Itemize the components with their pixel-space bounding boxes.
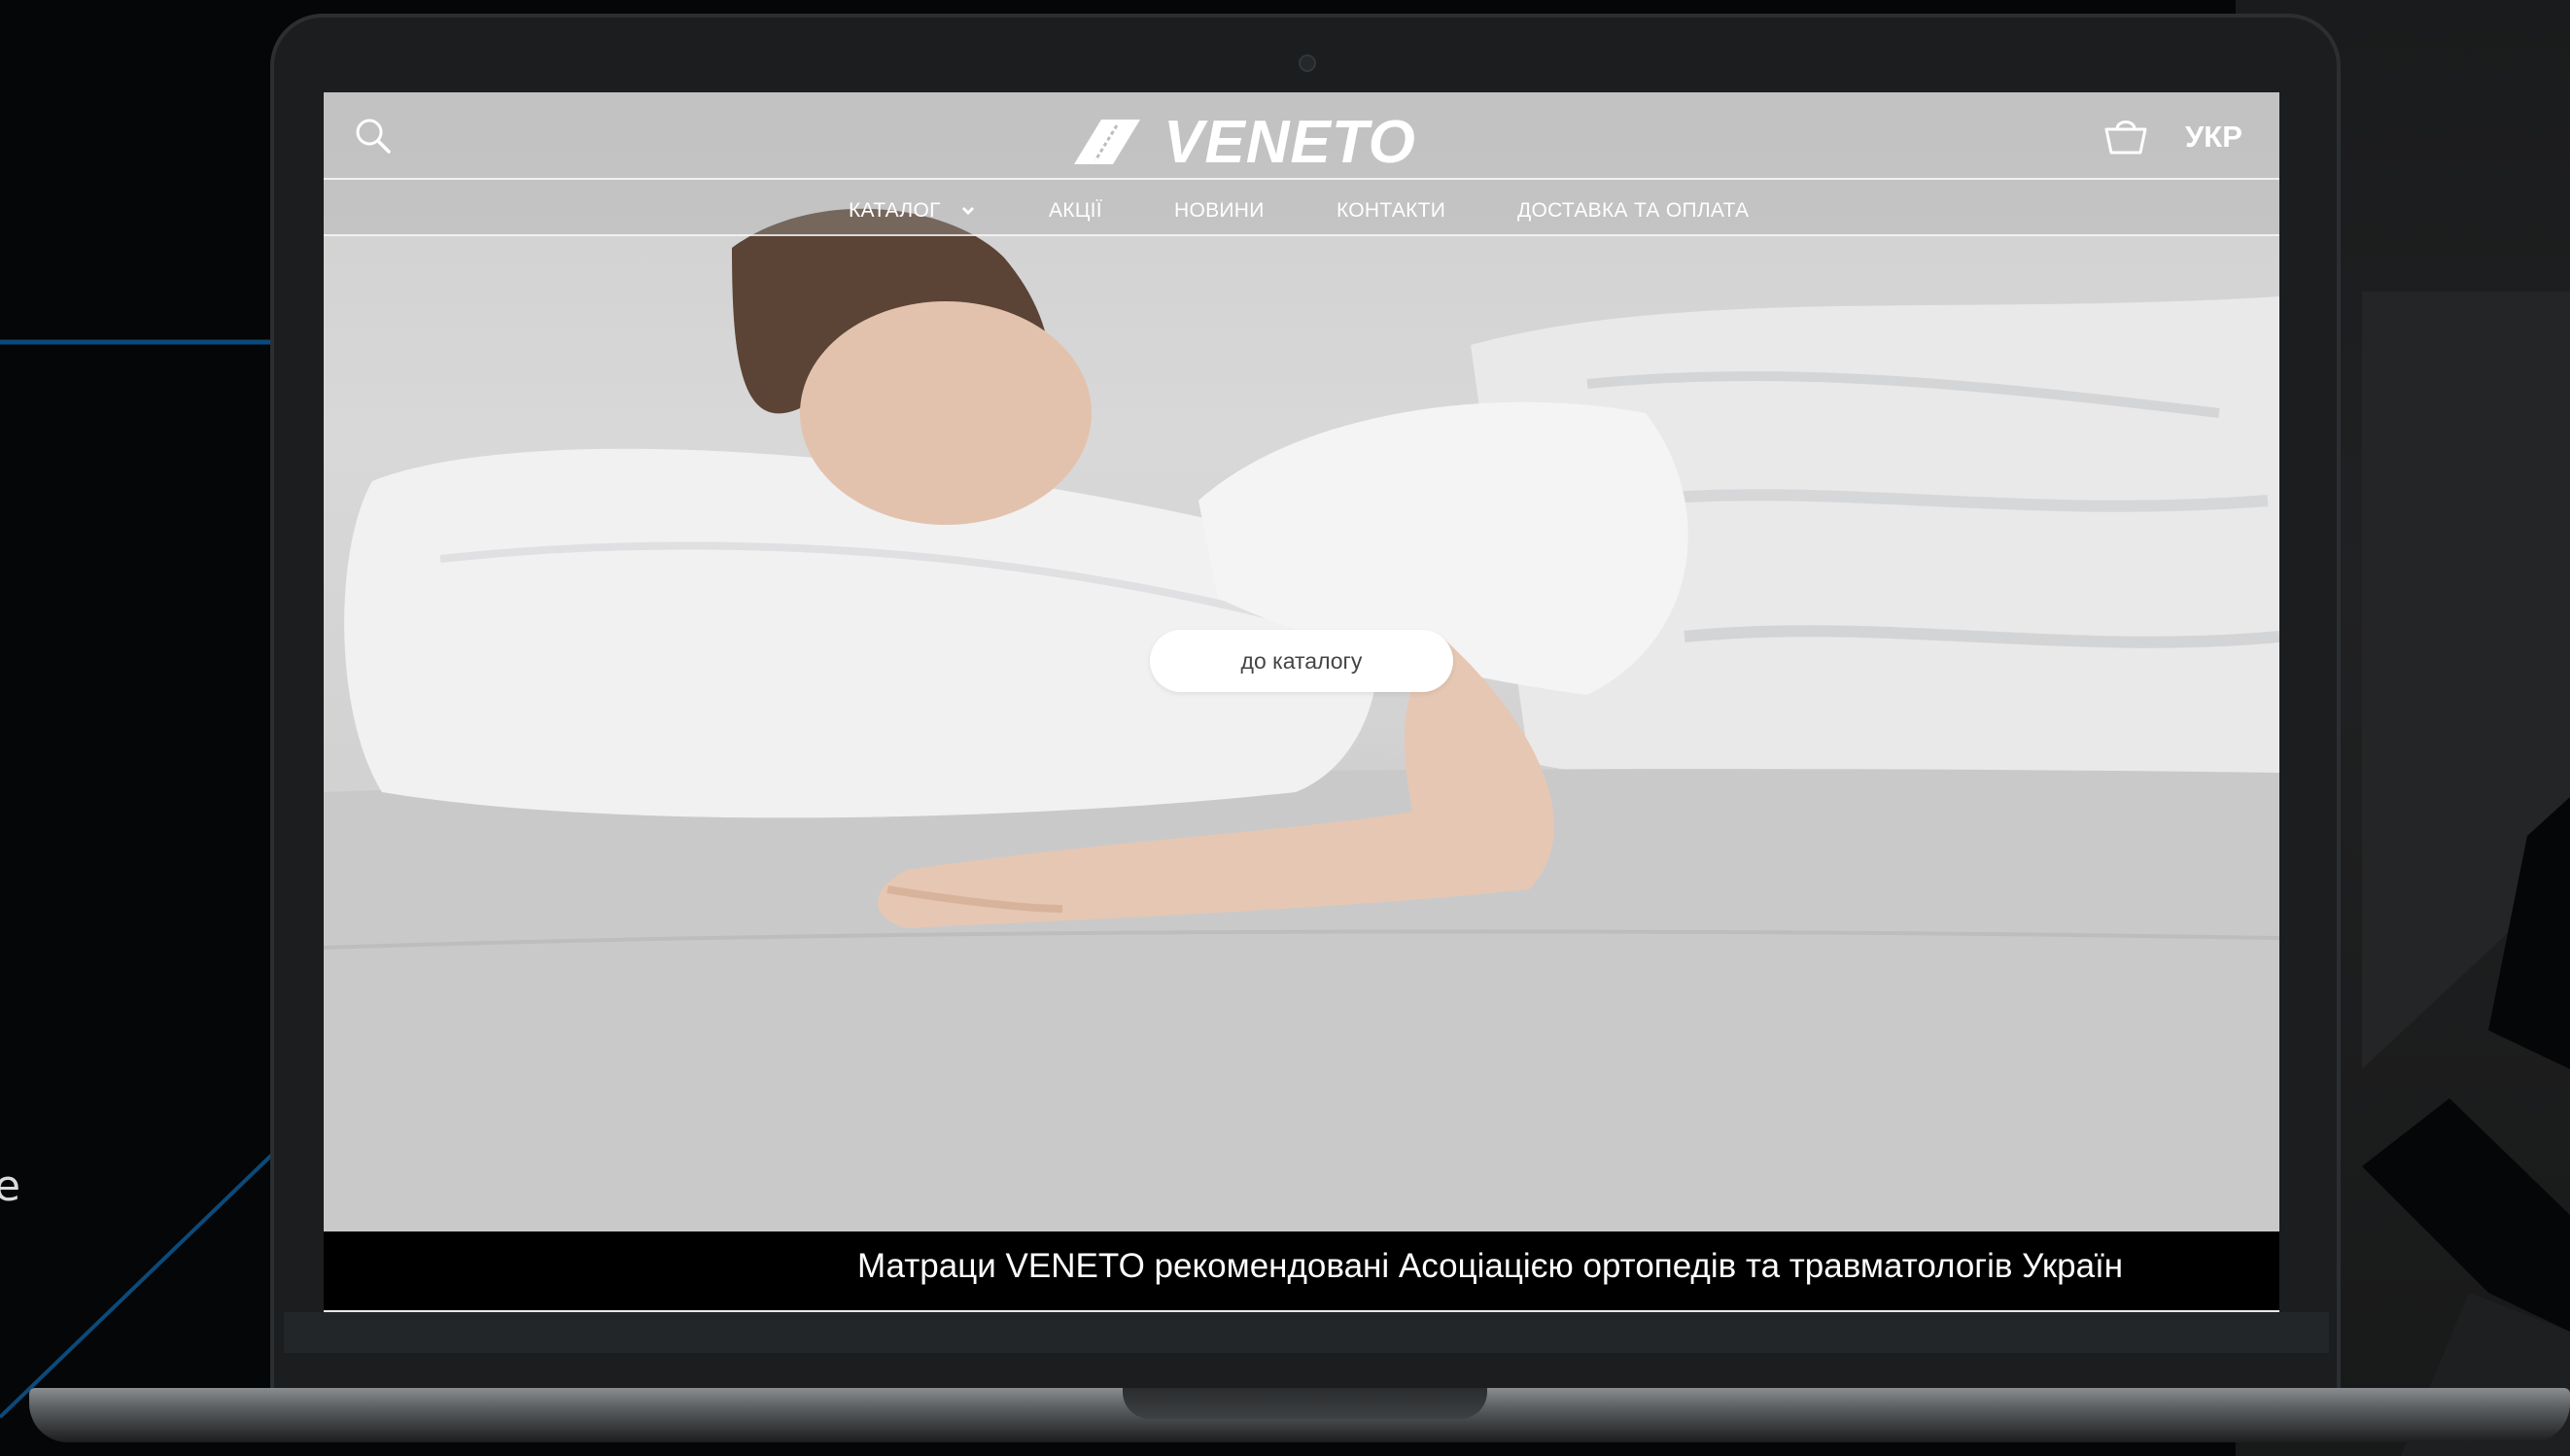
nav-item-sales[interactable]: АКЦІЇ xyxy=(1049,199,1102,223)
language-switcher[interactable]: УКР xyxy=(2185,120,2242,155)
brand-logo-mark xyxy=(1074,120,1140,164)
nav-item-news[interactable]: НОВИНИ xyxy=(1174,199,1265,223)
ticker-text: Матраци VENETO рекомендовані Асоціацією … xyxy=(857,1247,2124,1285)
laptop-bezel xyxy=(284,1312,2329,1353)
nav-item-delivery[interactable]: ДОСТАВКА ТА ОПЛАТА xyxy=(1517,199,1749,223)
nav-item-contacts[interactable]: КОНТАКТИ xyxy=(1337,199,1445,223)
header-divider xyxy=(324,178,2279,180)
site-header: VENETO УКР КАТАЛОГ АКЦІЇ НОВИНИ КОНТАКТИ… xyxy=(324,92,2279,236)
search-icon[interactable] xyxy=(353,116,394,156)
main-nav: КАТАЛОГ АКЦІЇ НОВИНИ КОНТАКТИ ДОСТАВКА Т… xyxy=(324,191,2279,234)
laptop-notch xyxy=(1123,1388,1487,1419)
laptop-camera xyxy=(1299,54,1316,72)
nav-item-catalog[interactable]: КАТАЛОГ xyxy=(849,199,976,223)
ticker-banner: Матраци VENETO рекомендовані Асоціацією … xyxy=(324,1231,2279,1312)
brand-logo[interactable]: VENETO xyxy=(1072,108,1422,176)
basket-icon[interactable] xyxy=(2102,114,2149,158)
nav-divider xyxy=(324,234,2279,236)
background-side-text: e xyxy=(0,1161,21,1211)
presentation-stage: e VENETO УКР КАТАЛОГ АКЦІЇ НОВИНИ КОНТАК… xyxy=(0,0,2570,1456)
brand-name: VENETO xyxy=(1163,108,1416,176)
website-screen: VENETO УКР КАТАЛОГ АКЦІЇ НОВИНИ КОНТАКТИ… xyxy=(324,92,2279,1312)
chevron-down-icon xyxy=(961,207,974,216)
nav-item-label: КАТАЛОГ xyxy=(849,199,941,222)
catalog-cta-button[interactable]: до каталогу xyxy=(1150,630,1453,692)
